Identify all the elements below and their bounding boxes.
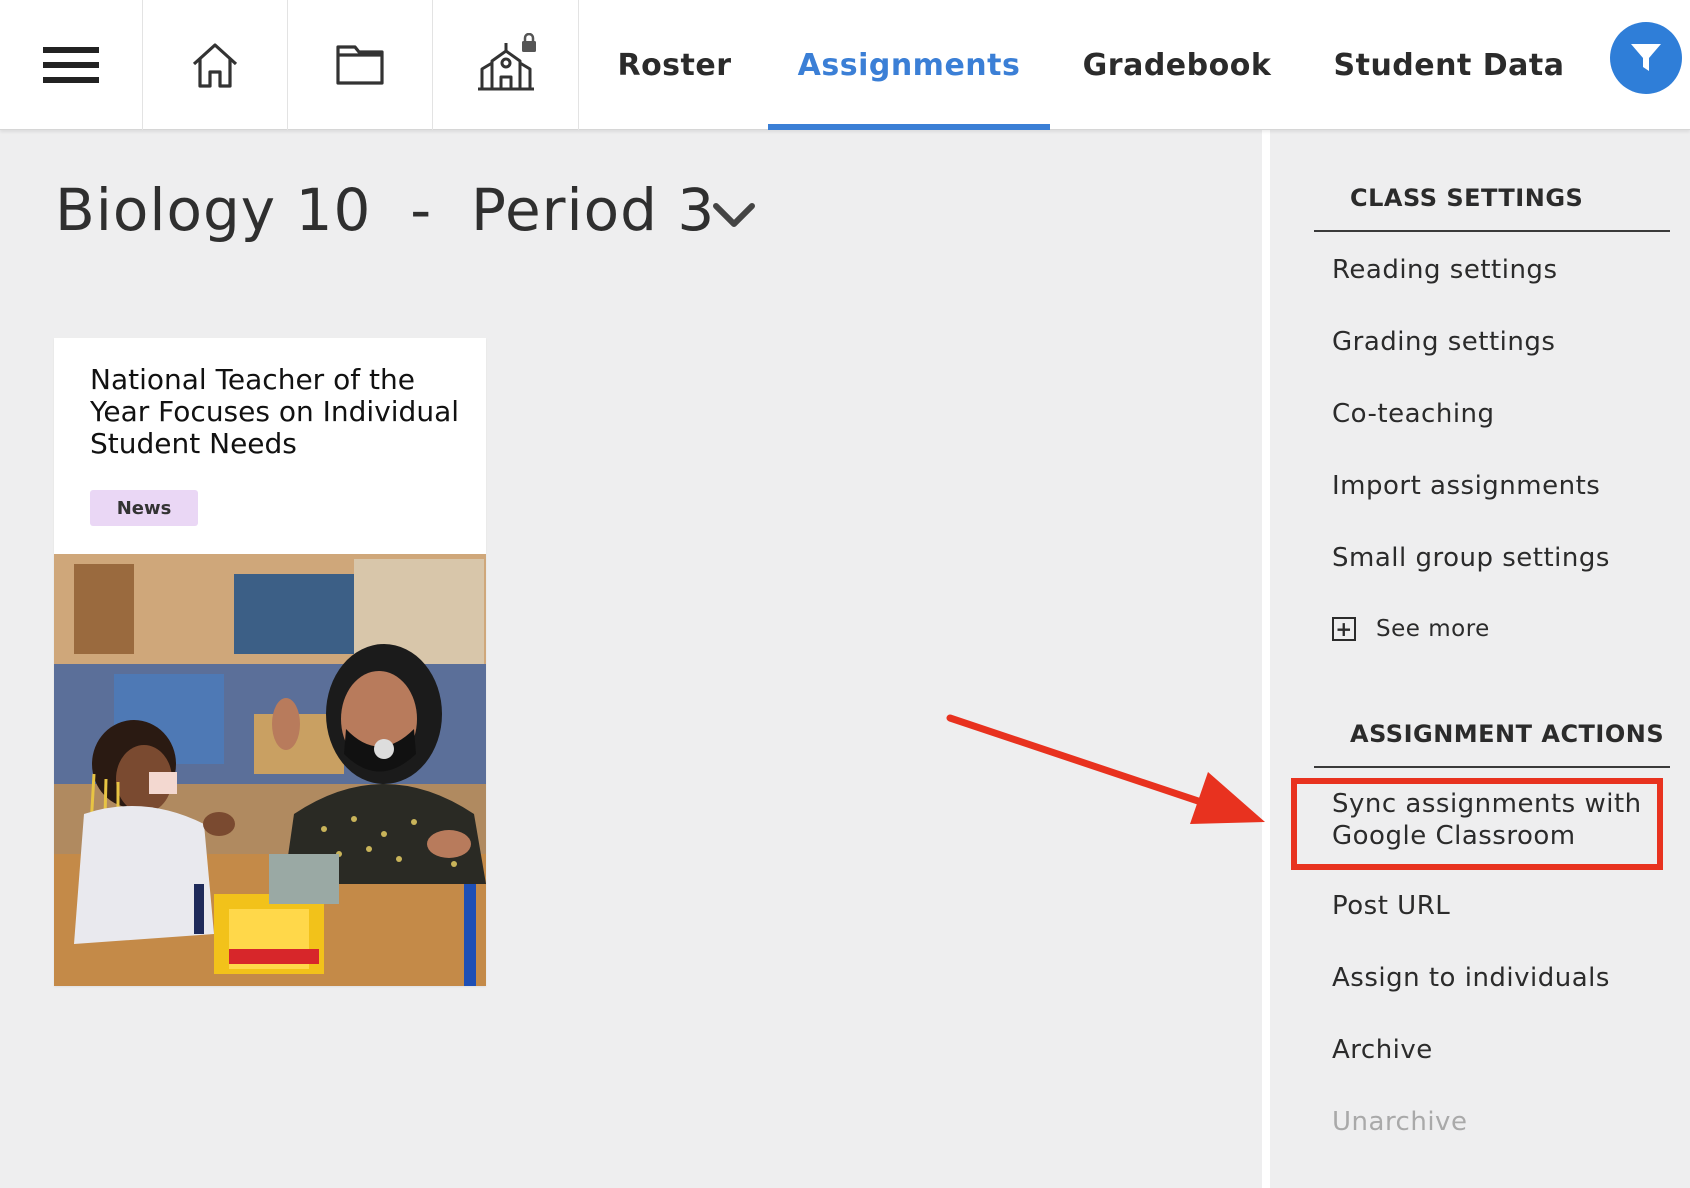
menu-button[interactable] — [0, 0, 143, 130]
card-title: National Teacher of the Year Focuses on … — [90, 363, 460, 460]
home-button[interactable] — [143, 0, 288, 130]
card-genre-badge: News — [90, 490, 198, 526]
school-locked-icon — [477, 33, 536, 91]
annotation-arrow-icon — [946, 714, 1265, 824]
settings-sidebar: CLASS SETTINGS Reading settings Grading … — [1262, 130, 1690, 1188]
unarchive-link: Unarchive — [1332, 1107, 1468, 1137]
card-image — [54, 554, 486, 986]
tab-gradebook[interactable]: Gradebook — [1050, 0, 1304, 130]
co-teaching-link[interactable]: Co-teaching — [1332, 398, 1662, 430]
home-icon — [192, 43, 238, 88]
see-more-button[interactable]: + See more — [1332, 616, 1490, 642]
folder-icon — [336, 45, 384, 85]
tab-roster[interactable]: Roster — [579, 0, 770, 130]
tab-student-data[interactable]: Student Data — [1304, 0, 1594, 130]
import-assignments-link[interactable]: Import assignments — [1332, 470, 1662, 502]
menu-icon — [43, 47, 99, 83]
reading-settings-link[interactable]: Reading settings — [1332, 254, 1662, 286]
assignment-card[interactable]: National Teacher of the Year Focuses on … — [54, 338, 486, 986]
library-button[interactable] — [288, 0, 433, 130]
assign-to-individuals-link[interactable]: Assign to individuals — [1332, 962, 1662, 994]
plus-box-icon: + — [1332, 617, 1356, 641]
assignment-actions-heading: ASSIGNMENT ACTIONS — [1314, 720, 1670, 768]
school-button[interactable] — [433, 0, 579, 130]
small-group-settings-link[interactable]: Small group settings — [1332, 542, 1662, 574]
archive-link[interactable]: Archive — [1332, 1034, 1662, 1066]
chevron-down-icon — [713, 203, 755, 227]
see-more-label: See more — [1376, 616, 1490, 642]
filter-button[interactable] — [1610, 22, 1682, 94]
class-title: Biology 10 - Period 3 — [55, 176, 716, 244]
tab-assignments[interactable]: Assignments — [768, 0, 1050, 130]
post-url-link[interactable]: Post URL — [1332, 890, 1662, 922]
filter-icon — [1631, 44, 1661, 71]
class-settings-heading: CLASS SETTINGS — [1314, 184, 1670, 232]
class-selector-dropdown[interactable] — [708, 196, 760, 236]
top-navigation-bar: Roster Assignments Gradebook Student Dat… — [0, 0, 1690, 130]
classroom-photo-icon — [54, 554, 486, 986]
sync-google-classroom-link[interactable]: Sync assignments with Google Classroom — [1332, 788, 1662, 852]
grading-settings-link[interactable]: Grading settings — [1332, 326, 1662, 358]
